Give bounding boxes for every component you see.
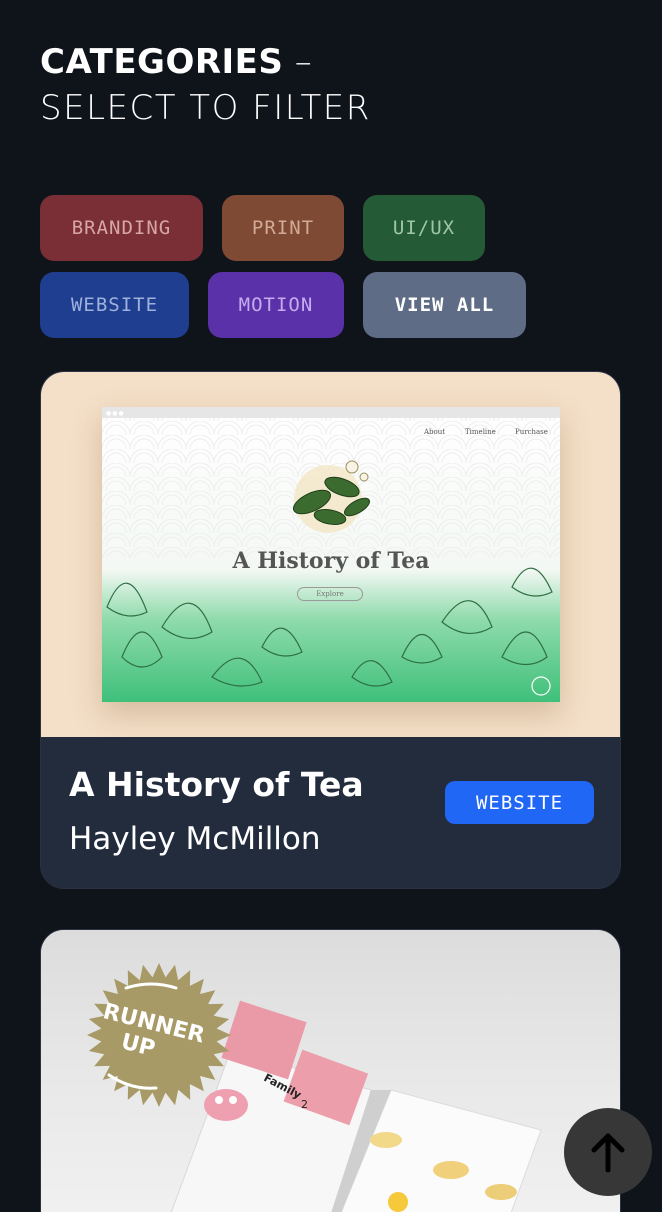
runner-up-badge: RUNNER UP <box>87 963 231 1107</box>
back-to-top-button[interactable] <box>564 1108 652 1196</box>
project-info: A History of Tea Hayley McMillon WEBSITE <box>41 737 620 888</box>
filter-branding-button[interactable]: BRANDING <box>40 195 203 261</box>
project-card[interactable]: Family 2 RUNNER UP <box>40 929 621 1212</box>
project-title[interactable]: A History of Tea <box>69 765 364 804</box>
project-author: Hayley McMillon <box>69 821 321 857</box>
preview-title: A History of Tea <box>232 548 430 574</box>
heading-subtitle: SELECT TO FILTER <box>40 88 371 128</box>
categories-heading: CATEGORIES – SELECT TO FILTER <box>40 42 620 134</box>
project-thumbnail[interactable]: ●●● About Timeline Purchase A History of… <box>41 372 620 737</box>
filter-view-all-button[interactable]: VIEW ALL <box>363 272 526 338</box>
category-badge[interactable]: WEBSITE <box>445 781 594 824</box>
filter-print-button[interactable]: PRINT <box>222 195 344 261</box>
preview-nav-purchase: Purchase <box>515 428 548 436</box>
book-text-number: 2 <box>301 1098 308 1111</box>
website-preview-image: ●●● About Timeline Purchase A History of… <box>102 407 560 702</box>
heading-title: CATEGORIES <box>40 42 284 82</box>
project-card[interactable]: ●●● About Timeline Purchase A History of… <box>40 371 621 889</box>
filter-website-button[interactable]: WEBSITE <box>40 272 189 338</box>
heading-dash: – <box>283 42 313 82</box>
book-preview-image: Family 2 RUNNER UP <box>87 963 542 1212</box>
arrow-up-icon <box>591 1133 625 1173</box>
window-dots-icon: ●●● <box>106 410 125 417</box>
filter-motion-button[interactable]: MOTION <box>208 272 344 338</box>
preview-nav-timeline: Timeline <box>465 428 496 436</box>
preview-explore-button: Explore <box>297 587 363 601</box>
browser-bar <box>102 407 560 418</box>
filter-uiux-button[interactable]: UI/UX <box>363 195 485 261</box>
preview-nav-about: About <box>424 428 446 436</box>
